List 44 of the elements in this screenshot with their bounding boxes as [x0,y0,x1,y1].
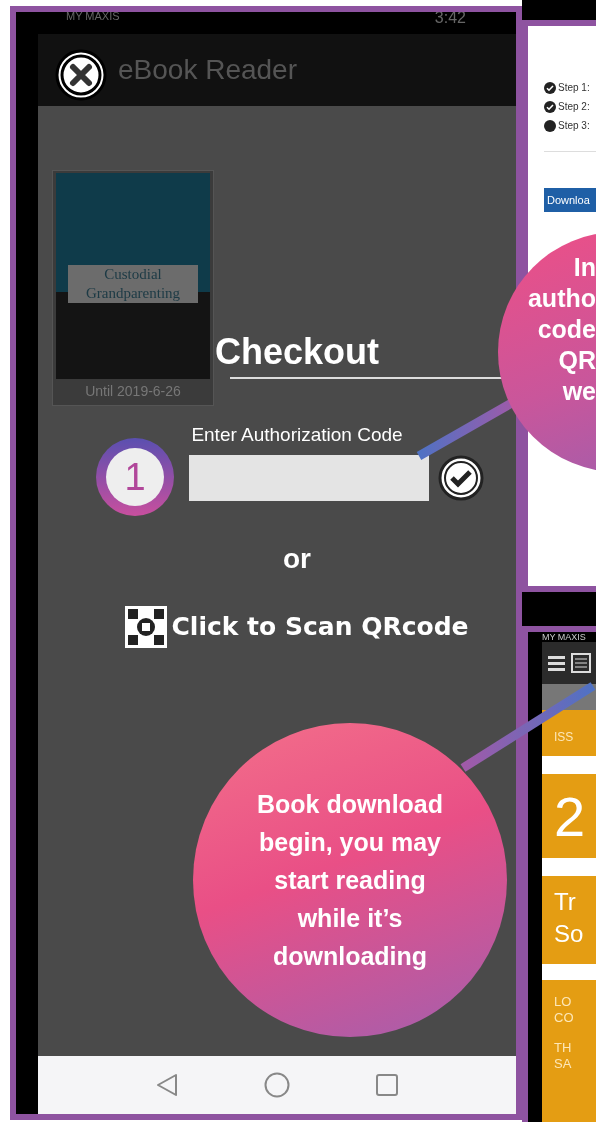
page-icon[interactable] [571,653,591,673]
app-title: eBook Reader [118,53,297,87]
section-separator [542,756,596,774]
step-text: Step 2: [558,100,590,114]
article-text: CO [554,1010,575,1026]
scan-qr-button[interactable]: Click to Scan QRcode [125,605,469,648]
carrier-text: MY MAXIS [542,632,587,642]
home-icon[interactable] [264,1072,290,1098]
clock-text: 3:42 [434,12,466,26]
article-text: LO [554,994,573,1010]
section-separator [542,858,596,876]
code-input-field[interactable] [189,454,429,501]
cover-title: Custodial Grandparenting [68,265,198,303]
callout-text: start reading [274,865,426,896]
callout-text: we [562,376,596,407]
qr-code-icon [125,605,168,648]
back-icon[interactable] [156,1073,178,1097]
step-text: Step 1: [558,81,590,95]
check-circle-icon[interactable] [437,453,485,502]
article-title: So [554,919,585,949]
issue-number: 2 [554,784,587,850]
field-label: Enter Authorization Code [191,423,403,447]
checkout-title: Checkout [215,331,379,373]
article-text: SA [554,1056,573,1072]
recents-icon[interactable] [376,1074,398,1096]
callout-text: QR [558,345,596,376]
callout-text: code [537,314,596,345]
article-title: Tr [554,887,577,917]
issue-label: ISS [554,729,575,746]
menu-icon[interactable] [548,655,565,671]
callout-text: while it’s [297,903,403,934]
or-text: or [283,541,311,576]
callout-text: In [573,252,596,283]
carrier-text: MY MAXIS [66,12,120,22]
section-separator [542,964,596,980]
article-text: TH [554,1040,573,1056]
callout-text: Book download [256,789,444,820]
download-button[interactable]: Downloa [544,188,596,212]
close-icon[interactable] [54,48,108,102]
step-text: Step 3: [558,119,590,133]
due-date: Until 2019-6-26 [85,382,181,401]
callout-text: begin, you may [259,827,441,858]
callout-text: autho [527,283,596,314]
callout-text: downloading [272,941,428,972]
